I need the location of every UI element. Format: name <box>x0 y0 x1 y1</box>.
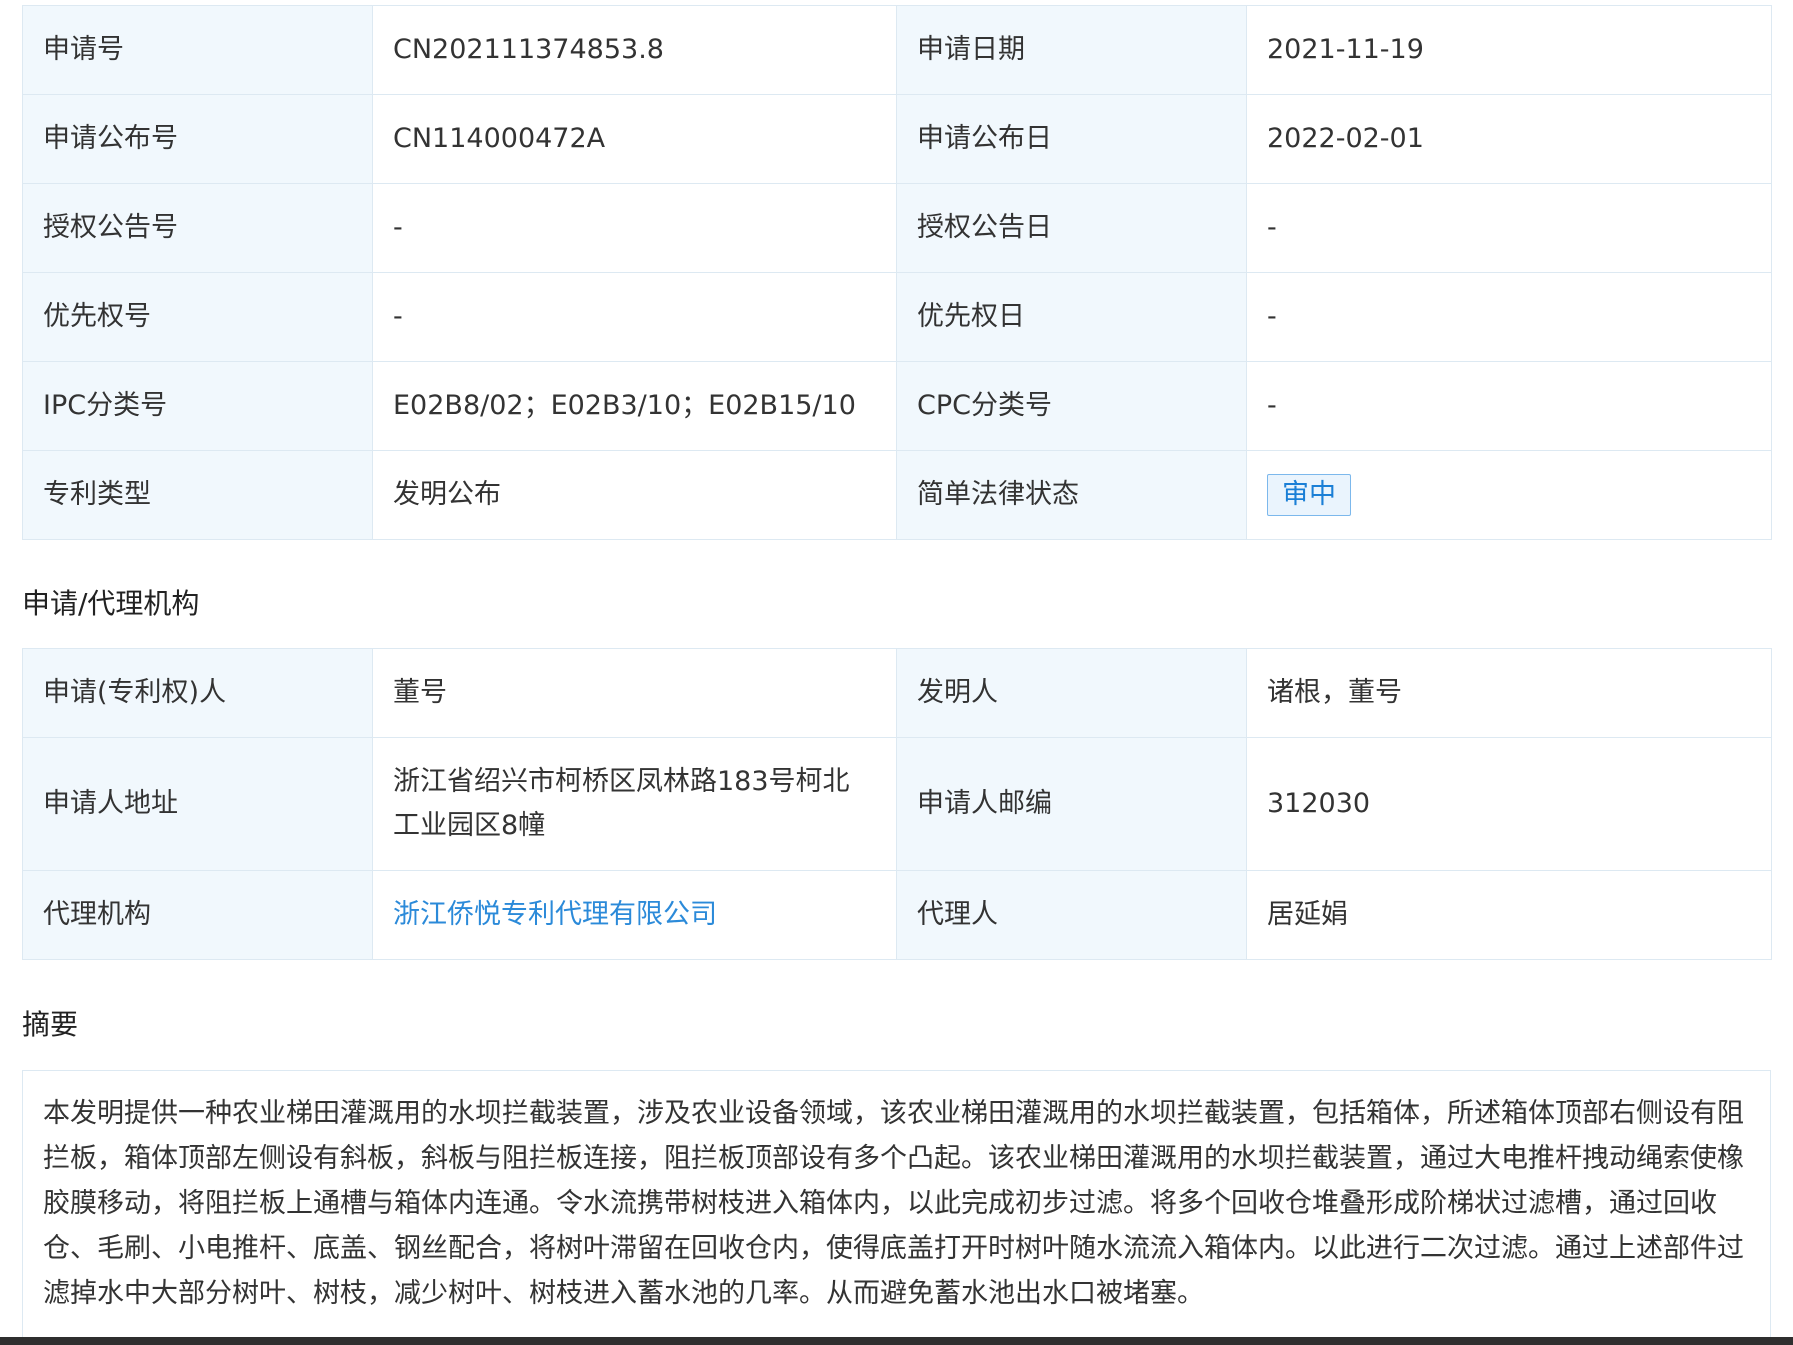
table-row: 专利类型 发明公布 简单法律状态 审中 <box>22 450 1772 540</box>
cpc-label: CPC分类号 <box>896 361 1247 451</box>
agency-info-table: 申请(专利权)人 董号 发明人 诸根，董号 申请人地址 浙江省绍兴市柯桥区凤林路… <box>22 648 1772 960</box>
grant-number-label: 授权公告号 <box>22 183 373 273</box>
agent-value: 居延娟 <box>1246 870 1772 960</box>
bottom-divider <box>0 1337 1793 1345</box>
table-row: 申请人地址 浙江省绍兴市柯桥区凤林路183号柯北工业园区8幢 申请人邮编 312… <box>22 737 1772 871</box>
table-row: 申请号 CN202111374853.8 申请日期 2021-11-19 <box>22 5 1772 95</box>
table-row: 代理机构 浙江侨悦专利代理有限公司 代理人 居延娟 <box>22 870 1772 960</box>
applicant-label: 申请(专利权)人 <box>22 648 373 738</box>
applicant-zip-label: 申请人邮编 <box>896 737 1247 871</box>
priority-date-label: 优先权日 <box>896 272 1247 362</box>
inventor-value: 诸根，董号 <box>1246 648 1772 738</box>
agency-link[interactable]: 浙江侨悦专利代理有限公司 <box>393 899 717 930</box>
agency-label: 代理机构 <box>22 870 373 960</box>
priority-number-value: - <box>372 272 897 362</box>
basic-info-table: 申请号 CN202111374853.8 申请日期 2021-11-19 申请公… <box>22 5 1772 540</box>
section-title-abstract: 摘要 <box>22 1008 79 1041</box>
patent-type-label: 专利类型 <box>22 450 373 540</box>
agent-label: 代理人 <box>896 870 1247 960</box>
cpc-value: - <box>1246 361 1772 451</box>
section-title-agency: 申请/代理机构 <box>22 587 200 620</box>
publication-date-label: 申请公布日 <box>896 94 1247 184</box>
priority-date-value: - <box>1246 272 1772 362</box>
legal-status-cell: 审中 <box>1246 450 1772 540</box>
grant-number-value: - <box>372 183 897 273</box>
application-number-value: CN202111374853.8 <box>372 5 897 95</box>
legal-status-label: 简单法律状态 <box>896 450 1247 540</box>
status-badge: 审中 <box>1267 474 1351 516</box>
applicant-address-value: 浙江省绍兴市柯桥区凤林路183号柯北工业园区8幢 <box>372 737 897 871</box>
application-date-value: 2021-11-19 <box>1246 5 1772 95</box>
ipc-value: E02B8/02；E02B3/10；E02B15/10 <box>372 361 897 451</box>
grant-date-value: - <box>1246 183 1772 273</box>
table-row: 授权公告号 - 授权公告日 - <box>22 183 1772 273</box>
publication-number-value: CN114000472A <box>372 94 897 184</box>
ipc-label: IPC分类号 <box>22 361 373 451</box>
application-number-label: 申请号 <box>22 5 373 95</box>
table-row: 申请公布号 CN114000472A 申请公布日 2022-02-01 <box>22 94 1772 184</box>
table-row: 申请(专利权)人 董号 发明人 诸根，董号 <box>22 648 1772 738</box>
publication-date-value: 2022-02-01 <box>1246 94 1772 184</box>
applicant-zip-value: 312030 <box>1246 737 1772 871</box>
patent-detail-page: 申请号 CN202111374853.8 申请日期 2021-11-19 申请公… <box>0 0 1793 1345</box>
agency-cell: 浙江侨悦专利代理有限公司 <box>372 870 897 960</box>
grant-date-label: 授权公告日 <box>896 183 1247 273</box>
table-row: IPC分类号 E02B8/02；E02B3/10；E02B15/10 CPC分类… <box>22 361 1772 451</box>
priority-number-label: 优先权号 <box>22 272 373 362</box>
inventor-label: 发明人 <box>896 648 1247 738</box>
patent-type-value: 发明公布 <box>372 450 897 540</box>
application-date-label: 申请日期 <box>896 5 1247 95</box>
table-row: 优先权号 - 优先权日 - <box>22 272 1772 362</box>
applicant-value: 董号 <box>372 648 897 738</box>
publication-number-label: 申请公布号 <box>22 94 373 184</box>
applicant-address-label: 申请人地址 <box>22 737 373 871</box>
abstract-text: 本发明提供一种农业梯田灌溉用的水坝拦截装置，涉及农业设备领域，该农业梯田灌溉用的… <box>22 1070 1771 1345</box>
